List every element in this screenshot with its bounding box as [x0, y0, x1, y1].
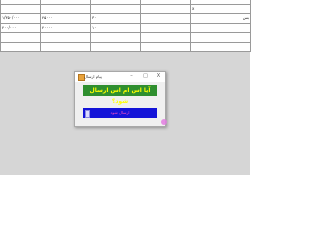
grid-header-mark: x — [190, 3, 251, 15]
table-row: ۴۰۰/۰۰۰ ۴۰۰۰۰ ۱۰ — [0, 22, 251, 34]
grid-cell[interactable] — [0, 3, 41, 15]
close-button[interactable]: X — [154, 73, 163, 80]
minimize-button[interactable]: – — [127, 73, 136, 80]
table-row — [0, 41, 251, 53]
grid-cell[interactable] — [140, 3, 191, 15]
send-option-label: ارسال شود — [110, 110, 130, 115]
table-row: x — [0, 3, 251, 15]
sms-dialog: پیام ارسال – □ X آیا اس ام اس ارسال شود؟… — [74, 71, 166, 127]
grid-cell[interactable]: ۱۰ — [90, 22, 141, 34]
cursor-highlight-icon — [161, 119, 167, 125]
question-label: آیا اس ام اس ارسال شود؟ — [83, 85, 157, 105]
grid-cell[interactable] — [0, 32, 41, 43]
table-row: ۱/۳۵۰/۰۰۰ ۴۵۰۰۰ ۳۰ بس — [0, 13, 251, 24]
grid-cell[interactable]: ۱/۳۵۰/۰۰۰ — [0, 13, 41, 24]
grid-cell[interactable] — [0, 41, 41, 53]
grid-cell[interactable] — [90, 41, 141, 53]
data-grid: x ۱/۳۵۰/۰۰۰ ۴۵۰۰۰ ۳۰ بس ۴۰۰/۰۰۰ ۴۰۰۰۰ ۱۰ — [0, 0, 251, 53]
grid-cell[interactable]: ۴۰۰/۰۰۰ — [0, 22, 41, 34]
table-row — [0, 32, 251, 43]
grid-cell[interactable] — [140, 41, 191, 53]
grid-cell[interactable]: ۳۰ — [90, 13, 141, 24]
grid-cell[interactable] — [140, 13, 191, 24]
dialog-titlebar[interactable]: پیام ارسال – □ X — [75, 72, 165, 82]
option-handle-icon[interactable] — [85, 110, 90, 118]
grid-cell[interactable] — [40, 41, 91, 53]
grid-cell[interactable] — [40, 32, 91, 43]
dialog-title: پیام ارسال — [84, 74, 102, 79]
grid-cell[interactable] — [190, 32, 251, 43]
grid-cell[interactable]: بس — [190, 13, 251, 24]
maximize-button[interactable]: □ — [141, 73, 150, 80]
grid-cell[interactable] — [90, 3, 141, 15]
grid-cell[interactable]: ۴۰۰۰۰ — [40, 22, 91, 34]
grid-cell[interactable] — [140, 22, 191, 34]
grid-cell[interactable]: ۴۵۰۰۰ — [40, 13, 91, 24]
grid-cell[interactable] — [190, 41, 251, 53]
grid-cell[interactable] — [190, 22, 251, 34]
grid-cell[interactable] — [40, 3, 91, 15]
grid-cell[interactable] — [90, 32, 141, 43]
send-option[interactable]: ارسال شود — [83, 108, 157, 118]
grid-cell[interactable] — [140, 32, 191, 43]
